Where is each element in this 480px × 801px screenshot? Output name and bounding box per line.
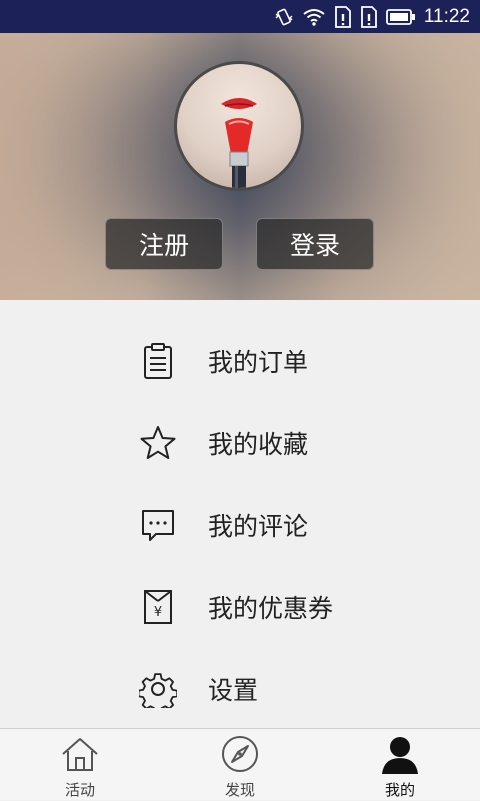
tab-label: 发现 <box>224 781 255 799</box>
clipboard-icon <box>138 341 178 381</box>
home-icon <box>60 734 100 774</box>
vibrate-icon <box>274 7 294 27</box>
menu-list: 我的订单 我的收藏 我的评论 ¥ 我的优惠券 设置 <box>0 300 480 728</box>
tab-label: 活动 <box>64 781 95 799</box>
comment-icon <box>138 505 178 545</box>
svg-text:¥: ¥ <box>154 605 162 620</box>
sim1-alert-icon <box>334 5 352 29</box>
status-bar: 11:22 <box>0 0 480 33</box>
wifi-icon <box>302 7 326 27</box>
register-button[interactable]: 注册 <box>105 218 223 270</box>
gear-icon <box>138 669 178 709</box>
user-icon <box>380 734 420 774</box>
profile-header: 注册 登录 <box>0 33 480 300</box>
menu-item-comments[interactable]: 我的评论 <box>0 484 480 566</box>
star-icon <box>138 423 178 463</box>
auth-buttons: 注册 登录 <box>0 218 480 270</box>
tab-label: 我的 <box>384 781 415 799</box>
coupon-icon: ¥ <box>138 587 178 627</box>
menu-item-coupons[interactable]: ¥ 我的优惠券 <box>0 566 480 648</box>
battery-icon <box>385 8 416 26</box>
tab-mine[interactable]: 我的 <box>320 729 480 801</box>
menu-item-label: 设置 <box>208 676 259 705</box>
tab-discover[interactable]: 发现 <box>160 729 320 801</box>
avatar[interactable] <box>174 61 304 191</box>
status-time: 11:22 <box>423 5 470 27</box>
sim2-alert-icon <box>360 5 378 29</box>
menu-item-label: 我的评论 <box>208 512 309 541</box>
compass-icon <box>220 734 260 774</box>
menu-item-settings[interactable]: 设置 <box>0 648 480 730</box>
tab-activity[interactable]: 活动 <box>0 729 160 801</box>
login-button[interactable]: 登录 <box>256 218 374 270</box>
menu-item-label: 我的订单 <box>208 348 309 377</box>
menu-item-orders[interactable]: 我的订单 <box>0 320 480 402</box>
avatar-image <box>221 98 257 188</box>
menu-item-label: 我的优惠券 <box>208 594 334 623</box>
menu-item-label: 我的收藏 <box>208 430 309 459</box>
bottom-tab-bar: 活动 发现 我的 <box>0 728 480 800</box>
menu-item-favorites[interactable]: 我的收藏 <box>0 402 480 484</box>
